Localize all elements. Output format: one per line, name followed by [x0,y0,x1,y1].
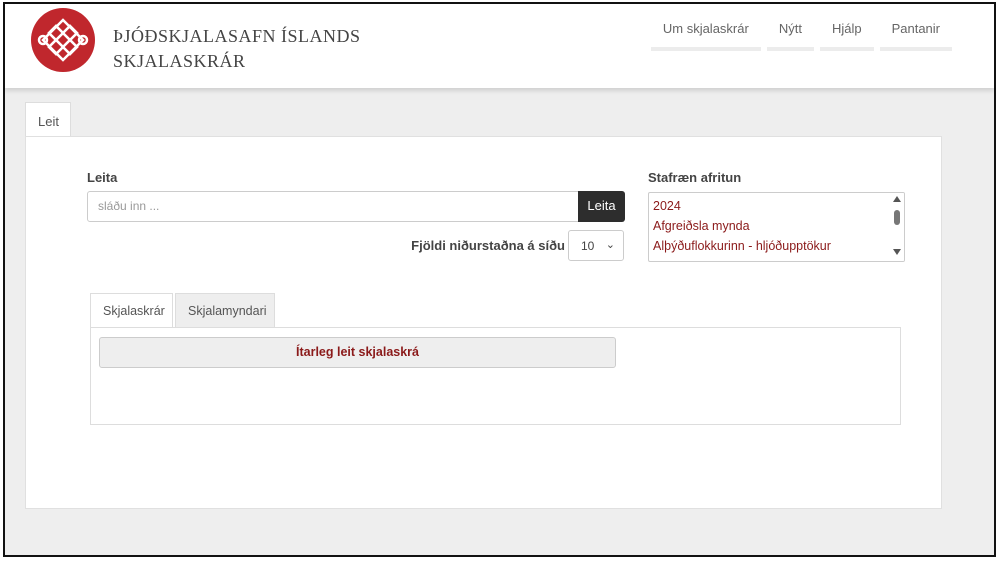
endless-knot-logo[interactable] [25,7,101,73]
nav-item-pantanir[interactable]: Pantanir [879,4,952,51]
nav-item-nytt[interactable]: Nýtt [766,4,814,51]
site-header: ÞJÓÐSKJALASAFN ÍSLANDS SKJALASKRÁR Um sk… [5,4,994,88]
digital-label: Stafræn afritun [648,170,742,185]
search-group: sláðu inn ... Leita [87,191,625,222]
digital-option[interactable]: Afgreiðsla mynda [649,216,904,236]
search-input[interactable]: sláðu inn ... [87,191,579,222]
tab-skjalamyndari[interactable]: Skjalamyndari [175,293,275,327]
digital-option[interactable]: Alþýðuflokkurinn - hljóðupptökur [649,236,904,256]
sub-tabs: Skjalaskrár Skjalamyndari [90,293,275,327]
chevron-down-icon: ⌄ [605,239,615,251]
sub-tab-panel: Ítarleg leit skjalaskrá [90,327,901,425]
digital-listbox[interactable]: 2024 Afgreiðsla mynda Alþýðuflokkurinn -… [648,192,905,262]
site-title-line1: ÞJÓÐSKJALASAFN ÍSLANDS [113,26,361,46]
scroll-up-arrow-icon[interactable] [893,196,901,202]
main-tabs: Leit [25,102,71,138]
site-title[interactable]: ÞJÓÐSKJALASAFN ÍSLANDS SKJALASKRÁR [113,24,361,74]
scroll-down-arrow-icon[interactable] [893,249,901,255]
results-per-page-select[interactable]: 10 ⌄ [568,230,624,261]
nav-item-hjalp[interactable]: Hjálp [819,4,874,51]
scroll-thumb[interactable] [894,210,900,225]
nav-item-um-skjalaskrar[interactable]: Um skjalaskrár [650,4,761,51]
results-per-page-value: 10 [581,239,595,253]
search-button[interactable]: Leita [578,191,625,222]
top-nav: Um skjalaskrár Nýtt Hjálp Pantanir [645,4,952,51]
results-per-page-label: Fjöldi niðurstaðna á síðu [411,238,565,253]
tab-leit[interactable]: Leit [25,102,71,138]
search-label: Leita [87,170,118,185]
advanced-search-button[interactable]: Ítarleg leit skjalaskrá [99,337,616,368]
listbox-scrollbar[interactable] [890,193,904,261]
digital-option[interactable]: 2024 [649,196,904,216]
tab-skjalaskrar[interactable]: Skjalaskrár [90,293,173,327]
browser-frame: ÞJÓÐSKJALASAFN ÍSLANDS SKJALASKRÁR Um sk… [3,2,996,557]
site-title-line2: SKJALASKRÁR [113,51,246,71]
search-panel: Leita sláðu inn ... Leita Fjöldi niðurst… [25,136,942,509]
